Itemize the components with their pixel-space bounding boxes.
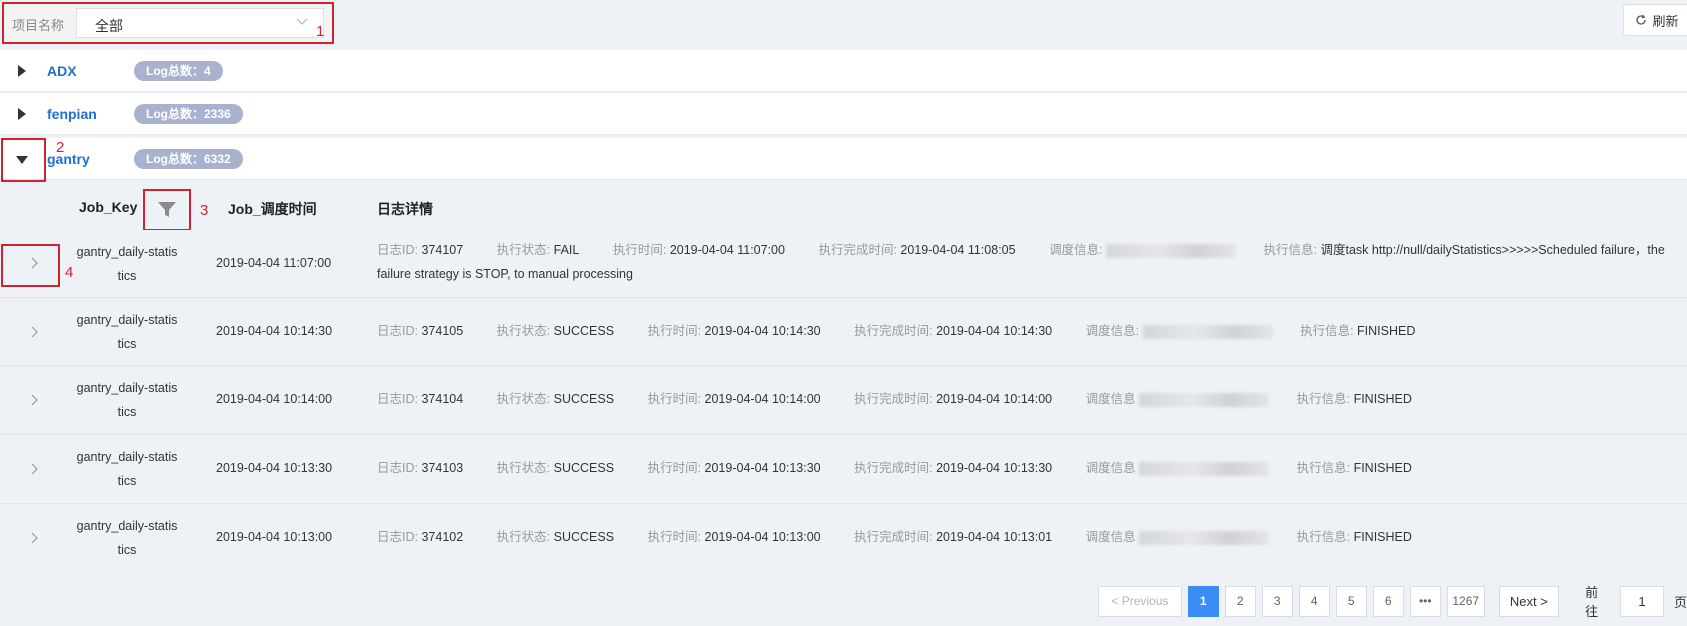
more-pages-button[interactable]: ••• (1409, 585, 1441, 617)
job-key-cell: gantry_daily-statis tics (76, 313, 178, 351)
column-header-job-key: Job_Key (79, 199, 138, 215)
schedule-time-cell: 2019-04-04 10:13:00 (216, 530, 333, 544)
table-row: gantry_daily-statis tics 2019-04-04 10:1… (0, 366, 1687, 435)
group-row-gantry[interactable]: gantry Log总数：6332 (0, 138, 1687, 180)
job-key-cell: gantry_daily-statis tics (76, 450, 178, 488)
group-row-adx[interactable]: ADX Log总数：4 (0, 50, 1687, 92)
group-name[interactable]: fenpian (47, 106, 97, 122)
project-filter: 项目名称 全部 (2, 2, 334, 44)
annotation-box-4 (1, 244, 60, 287)
page-button-1[interactable]: 1 (1187, 585, 1219, 617)
log-detail-cell: 日志ID: 374104 执行状态: SUCCESS 执行时间: 2019-04… (377, 392, 1412, 407)
table-row: gantry_daily-statis tics 2019-04-04 10:1… (0, 435, 1687, 504)
group-name[interactable]: gantry (47, 151, 90, 167)
refresh-label: 刷新 (1652, 13, 1679, 29)
log-detail-cell: 日志ID: 374103 执行状态: SUCCESS 执行时间: 2019-04… (377, 461, 1412, 476)
annotation-4: 4 (65, 264, 74, 281)
chevron-right-icon[interactable] (27, 462, 41, 476)
table-row: gantry_daily-statis tics 2019-04-04 11:0… (0, 230, 1687, 298)
log-detail-cell: 日志ID: 374105 执行状态: SUCCESS 执行时间: 2019-04… (377, 324, 1416, 339)
job-key-cell: gantry_daily-statis tics (76, 245, 178, 283)
log-detail-cell: 日志ID: 374107 执行状态: FAIL 执行时间: 2019-04-04… (377, 243, 1665, 281)
chevron-right-icon[interactable] (27, 325, 41, 339)
group-name[interactable]: ADX (47, 63, 77, 79)
chevron-right-icon[interactable] (27, 531, 41, 545)
annotation-box-3 (143, 189, 191, 231)
job-key-cell: gantry_daily-statis tics (76, 519, 178, 557)
page-button-4[interactable]: 4 (1298, 585, 1330, 617)
page-button-2[interactable]: 2 (1224, 585, 1256, 617)
redacted-value (1139, 530, 1270, 545)
chevron-down-icon (296, 18, 308, 25)
expand-arrow-icon[interactable] (18, 108, 26, 120)
schedule-time-cell: 2019-04-04 10:14:30 (216, 324, 333, 338)
project-select[interactable]: 全部 (76, 8, 324, 38)
top-bar: 项目名称 全部 1 刷新 (0, 0, 1687, 49)
schedule-time-cell: 2019-04-04 10:14:00 (216, 392, 333, 406)
annotation-1: 1 (316, 23, 325, 40)
filter-icon[interactable] (157, 201, 177, 219)
refresh-icon (1636, 14, 1647, 25)
schedule-time-cell: 2019-04-04 10:13:30 (216, 461, 333, 475)
log-detail-cell: 日志ID: 374102 执行状态: SUCCESS 执行时间: 2019-04… (377, 530, 1412, 545)
redacted-value (1142, 324, 1273, 339)
pagination: < Previous 1 2 3 4 5 6 ••• 1267 Next > 前… (1098, 582, 1687, 620)
project-select-value: 全部 (95, 18, 123, 34)
column-header-log-detail: 日志详情 (377, 201, 433, 217)
redacted-value (1139, 392, 1270, 407)
page-button-6[interactable]: 6 (1372, 585, 1404, 617)
log-count-badge: Log总数：4 (134, 61, 223, 81)
page-button-3[interactable]: 3 (1261, 585, 1293, 617)
annotation-2: 2 (56, 139, 65, 156)
expand-arrow-icon[interactable] (18, 65, 26, 77)
table-row: gantry_daily-statis tics 2019-04-04 10:1… (0, 504, 1687, 572)
page-button-last[interactable]: 1267 (1446, 585, 1485, 617)
refresh-button[interactable]: 刷新 (1623, 4, 1687, 36)
table-row: gantry_daily-statis tics 2019-04-04 10:1… (0, 298, 1687, 366)
group-row-fenpian[interactable]: fenpian Log总数：2336 (0, 93, 1687, 135)
annotation-3: 3 (200, 202, 209, 219)
goto-page: 前往 1 页 (1585, 582, 1687, 620)
redacted-value (1106, 243, 1237, 258)
goto-label: 前往 (1585, 585, 1599, 619)
log-count-badge: Log总数：2336 (134, 104, 243, 124)
next-page-button[interactable]: Next > (1498, 585, 1560, 617)
project-filter-label: 项目名称 (12, 18, 65, 33)
page-suffix: 页 (1673, 594, 1687, 610)
column-header-schedule-time: Job_调度时间 (228, 201, 317, 217)
redacted-value (1139, 461, 1270, 476)
page-button-5[interactable]: 5 (1335, 585, 1367, 617)
annotation-box-2 (1, 138, 46, 182)
goto-page-input[interactable]: 1 (1619, 585, 1664, 617)
table-header: Job_Key Job_调度时间 日志详情 (0, 184, 1687, 230)
job-key-cell: gantry_daily-statis tics (76, 381, 178, 419)
log-count-badge: Log总数：6332 (134, 149, 243, 169)
chevron-right-icon[interactable] (27, 393, 41, 407)
previous-page-button[interactable]: < Previous (1098, 585, 1182, 617)
schedule-time-cell: 2019-04-04 11:07:00 (216, 256, 332, 270)
